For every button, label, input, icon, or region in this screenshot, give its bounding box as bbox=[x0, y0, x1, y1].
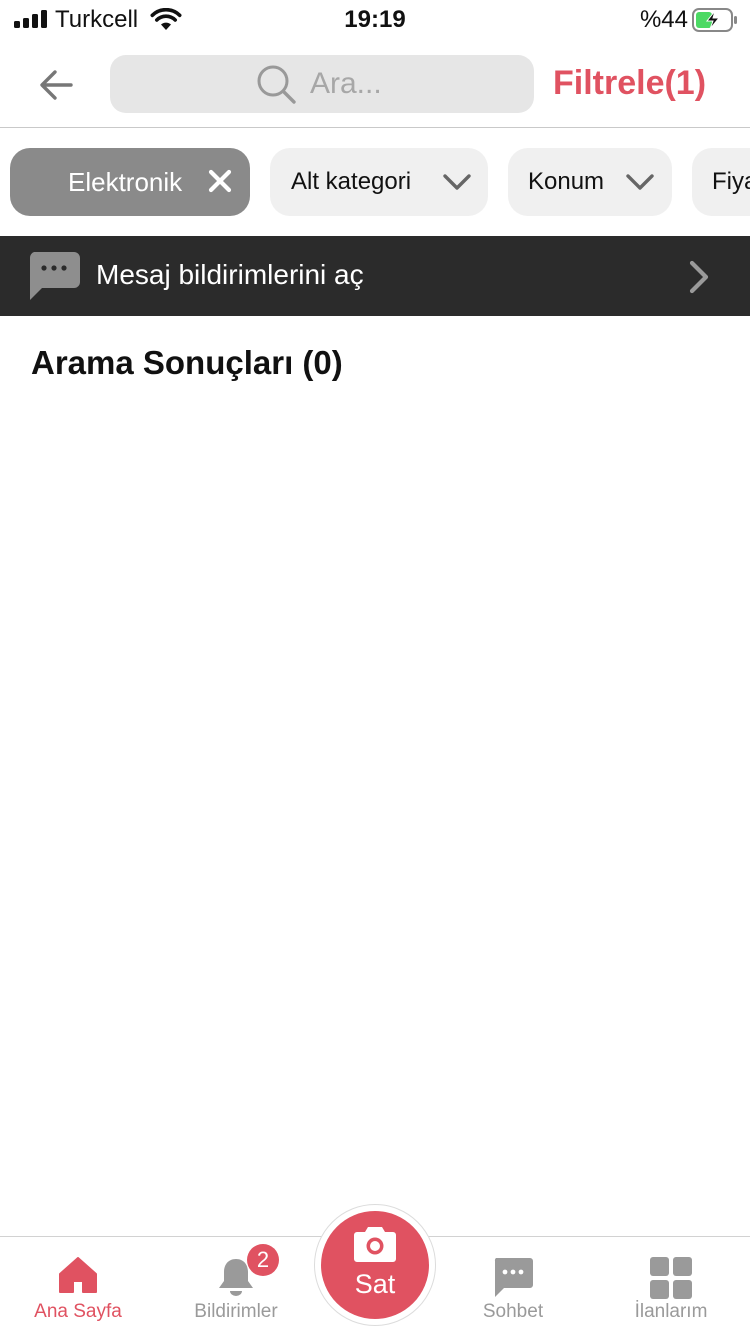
tab-chat[interactable]: Sohbet bbox=[438, 1237, 588, 1334]
chip-label: Fiya bbox=[712, 168, 750, 195]
tab-home[interactable]: Ana Sayfa bbox=[3, 1237, 153, 1334]
chip-subcategory[interactable]: Alt kategori bbox=[270, 148, 488, 216]
search-icon bbox=[257, 65, 296, 104]
results-heading: Arama Sonuçları (0) bbox=[31, 344, 343, 381]
chat-bubble-icon bbox=[29, 252, 80, 300]
arrow-left-icon bbox=[40, 70, 73, 100]
camera-icon bbox=[354, 1227, 396, 1262]
chat-bubble-icon bbox=[494, 1258, 533, 1297]
close-icon[interactable] bbox=[208, 169, 232, 193]
tab-notifications[interactable]: Bildirimler bbox=[161, 1237, 311, 1334]
banner-text: Mesaj bildirimlerini aç bbox=[96, 259, 364, 290]
tab-my-listings[interactable]: İlanlarım bbox=[596, 1237, 746, 1334]
back-button[interactable] bbox=[30, 62, 82, 108]
tab-label: İlanlarım bbox=[634, 1301, 708, 1322]
chevron-right-icon bbox=[689, 260, 709, 294]
chevron-down-icon bbox=[443, 174, 471, 190]
sell-label: Sat bbox=[354, 1269, 396, 1299]
chip-label: Konum bbox=[528, 168, 605, 195]
battery-percentage: %44 bbox=[639, 6, 688, 33]
chevron-down-icon bbox=[626, 174, 654, 190]
filter-chips-row: Elektronik Alt kategori Konum Fiya bbox=[0, 128, 750, 236]
status-time: 19:19 bbox=[344, 6, 406, 33]
sell-button[interactable]: Sat bbox=[321, 1211, 429, 1319]
chip-label: Alt kategori bbox=[291, 168, 412, 195]
top-navigation-bar: Filtrele(1) bbox=[0, 40, 750, 128]
notification-count-badge: 2 bbox=[247, 1244, 279, 1276]
home-icon bbox=[59, 1257, 97, 1293]
tab-label: Sohbet bbox=[482, 1301, 544, 1322]
enable-notifications-banner[interactable]: Mesaj bildirimlerini aç bbox=[0, 236, 750, 316]
search-input[interactable] bbox=[310, 63, 520, 105]
chip-location[interactable]: Konum bbox=[508, 148, 672, 216]
chip-category-active[interactable]: Elektronik bbox=[10, 148, 250, 216]
battery-charging-icon bbox=[692, 8, 737, 32]
search-bar[interactable] bbox=[110, 55, 534, 113]
chip-label: Elektronik bbox=[68, 166, 183, 197]
status-bar: Turkcell 19:19 %44 bbox=[0, 0, 750, 40]
tab-label: Bildirimler bbox=[194, 1301, 278, 1322]
grid-icon bbox=[650, 1257, 692, 1299]
filter-button[interactable]: Filtrele(1) bbox=[553, 64, 706, 103]
chip-price[interactable]: Fiya bbox=[692, 148, 750, 216]
tab-label: Ana Sayfa bbox=[34, 1301, 122, 1322]
